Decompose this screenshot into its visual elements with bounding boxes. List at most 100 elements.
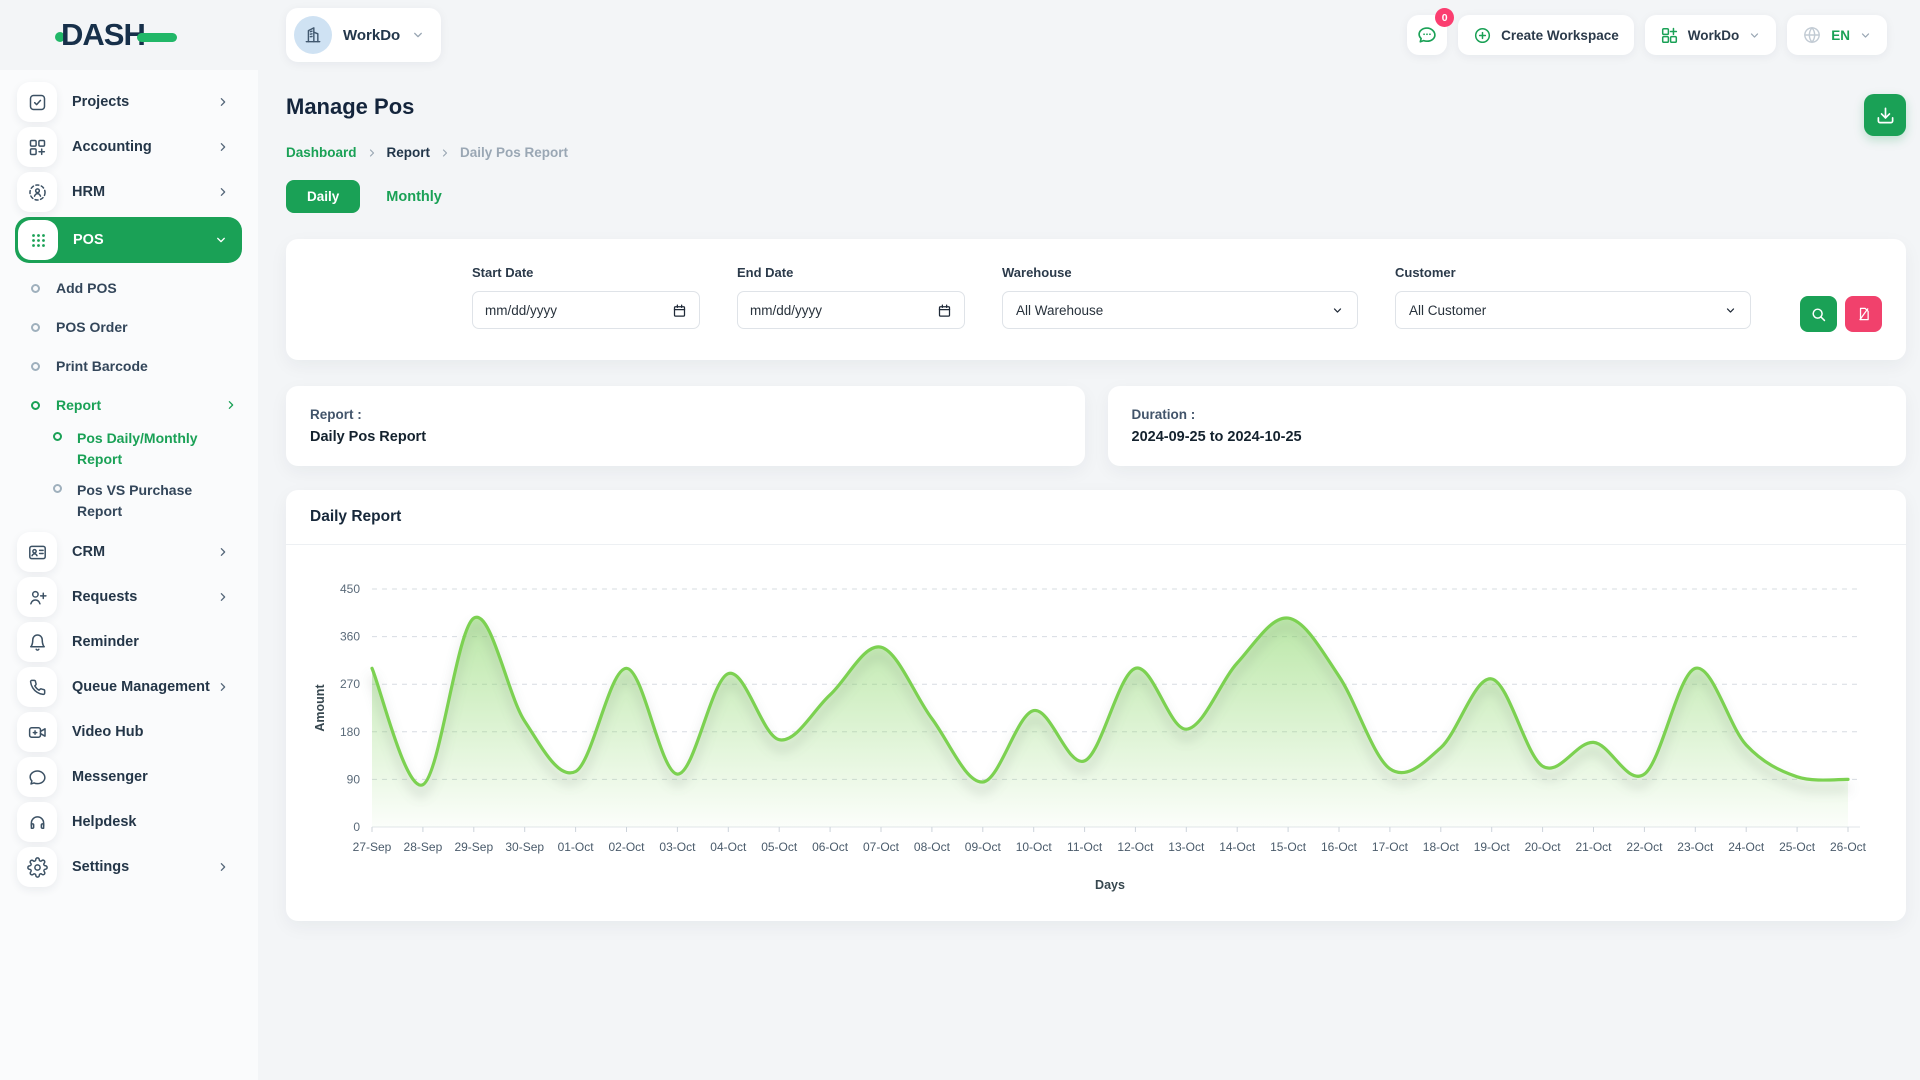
chevron-right-icon (216, 590, 230, 604)
dash-logo[interactable]: DASH (55, 17, 177, 53)
sidebar-item-label: Settings (72, 859, 129, 875)
breadcrumb-dashboard-link[interactable]: Dashboard (286, 145, 357, 160)
x-axis-tick-label: 13-Oct (1168, 840, 1205, 854)
logo-text: DASH (61, 17, 145, 53)
sidebar-item-label: Projects (72, 94, 129, 110)
end-date-field: End Date mm/dd/yyyy (737, 265, 965, 329)
sidebar-item-accounting[interactable]: Accounting (15, 127, 242, 167)
workspace-selector[interactable]: WorkDo (286, 8, 441, 62)
breadcrumb-report[interactable]: Report (387, 145, 431, 160)
workspace-menu-label: WorkDo (1688, 28, 1740, 43)
duration-summary-value: 2024-09-25 to 2024-10-25 (1132, 429, 1883, 445)
search-button[interactable] (1800, 296, 1837, 332)
chevron-down-icon (1748, 29, 1761, 42)
customer-select[interactable]: All Customer (1395, 291, 1751, 329)
x-axis-tick-label: 04-Oct (710, 840, 747, 854)
sidebar-item-messenger[interactable]: Messenger (15, 757, 242, 797)
sidebar-item-video-hub[interactable]: Video Hub (15, 712, 242, 752)
sidebar-item-label: Video Hub (72, 724, 143, 740)
sidebar-item-label: Accounting (72, 139, 152, 155)
create-workspace-label: Create Workspace (1501, 28, 1619, 43)
sidebar-item-crm[interactable]: CRM (15, 532, 242, 572)
sidebar: Projects Accounting HRM POS Add POS POS Order… (0, 70, 258, 1080)
bullet-icon (31, 284, 40, 293)
chevron-right-icon (216, 545, 230, 559)
sidebar-item-label: Queue Management (72, 679, 210, 695)
calendar-icon[interactable] (672, 303, 687, 318)
report-summary-card: Report : Daily Pos Report (286, 386, 1085, 466)
chevron-right-icon (216, 140, 230, 154)
language-selector[interactable]: EN (1787, 15, 1887, 55)
download-report-button[interactable] (1864, 94, 1906, 136)
sidebar-subitem-label: POS Order (56, 319, 128, 335)
sidebar-subitem-print-barcode[interactable]: Print Barcode (15, 349, 242, 383)
x-axis-tick-label: 15-Oct (1270, 840, 1307, 854)
queue-icon (17, 667, 57, 707)
sidebar-item-label: Reminder (72, 634, 139, 650)
y-axis-tick-label: 180 (340, 725, 360, 739)
plus-circle-icon (1473, 26, 1492, 45)
y-axis-tick-label: 90 (347, 772, 361, 786)
create-workspace-button[interactable]: Create Workspace (1458, 15, 1634, 55)
reminder-icon (17, 622, 57, 662)
x-axis-tick-label: 03-Oct (659, 840, 696, 854)
sidebar-item-hrm[interactable]: HRM (15, 172, 242, 212)
sidebar-item-queue-management[interactable]: Queue Management (15, 667, 242, 707)
chevron-right-icon (439, 147, 451, 159)
grid-plus-icon (1660, 26, 1679, 45)
start-date-input[interactable]: mm/dd/yyyy (472, 291, 700, 329)
x-axis-tick-label: 20-Oct (1525, 840, 1562, 854)
sidebar-item-reminder[interactable]: Reminder (15, 622, 242, 662)
sidebar-subitem-pos-vs-purchase-report[interactable]: Pos VS Purchase Report (15, 480, 242, 522)
building-icon (303, 25, 323, 45)
settings-icon (17, 847, 57, 887)
sidebar-item-projects[interactable]: Projects (15, 82, 242, 122)
chart-title: Daily Report (310, 508, 1882, 526)
x-axis-tick-label: 06-Oct (812, 840, 849, 854)
chevron-down-icon (1724, 304, 1737, 317)
x-axis-tick-label: 02-Oct (608, 840, 645, 854)
sidebar-subitem-label: Print Barcode (56, 358, 148, 374)
chevron-down-icon (1331, 304, 1344, 317)
x-axis-tick-label: 14-Oct (1219, 840, 1256, 854)
projects-icon (17, 82, 57, 122)
sidebar-item-label: Messenger (72, 769, 148, 785)
search-icon (1810, 306, 1827, 323)
filter-buttons (1800, 296, 1882, 332)
messages-badge: 0 (1435, 8, 1454, 27)
sidebar-item-label: CRM (72, 544, 105, 560)
tab-monthly[interactable]: Monthly (386, 189, 442, 205)
sidebar-item-pos[interactable]: POS (15, 217, 242, 263)
x-axis-tick-label: 25-Oct (1779, 840, 1816, 854)
sidebar-subitem-pos-daily-monthly-report[interactable]: Pos Daily/Monthly Report (15, 428, 242, 470)
header-actions: 0 Create Workspace WorkDo (1407, 15, 1920, 55)
end-date-input[interactable]: mm/dd/yyyy (737, 291, 965, 329)
reset-filter-button[interactable] (1845, 296, 1882, 332)
sidebar-item-label: Requests (72, 589, 137, 605)
sidebar-subitem-pos-order[interactable]: POS Order (15, 310, 242, 344)
sidebar-item-helpdesk[interactable]: Helpdesk (15, 802, 242, 842)
workspace-menu-button[interactable]: WorkDo (1645, 15, 1777, 55)
x-axis-tick-label: 23-Oct (1677, 840, 1714, 854)
bullet-icon (53, 432, 62, 441)
sidebar-subitem-label: Pos VS Purchase Report (77, 480, 235, 522)
customer-field: Customer All Customer (1395, 265, 1751, 329)
sidebar-item-label: POS (73, 232, 104, 248)
tab-daily[interactable]: Daily (286, 180, 360, 213)
x-axis-tick-label: 10-Oct (1016, 840, 1053, 854)
sidebar-subitem-label: Add POS (56, 280, 117, 296)
warehouse-select[interactable]: All Warehouse (1002, 291, 1358, 329)
sidebar-item-settings[interactable]: Settings (15, 847, 242, 887)
calendar-icon[interactable] (937, 303, 952, 318)
globe-icon (1802, 25, 1822, 45)
x-axis-tick-label: 17-Oct (1372, 840, 1409, 854)
sidebar-item-requests[interactable]: Requests (15, 577, 242, 617)
y-axis-tick-label: 450 (340, 582, 360, 596)
download-icon (1876, 106, 1895, 125)
messages-button[interactable]: 0 (1407, 15, 1447, 55)
sidebar-subitem-add-pos[interactable]: Add POS (15, 271, 242, 305)
sidebar-subitem-report[interactable]: Report (15, 388, 242, 422)
x-axis-tick-label: 07-Oct (863, 840, 900, 854)
report-summary-label: Report : (310, 407, 1061, 422)
top-header: DASH WorkDo 0 Create Workspace (0, 0, 1920, 70)
